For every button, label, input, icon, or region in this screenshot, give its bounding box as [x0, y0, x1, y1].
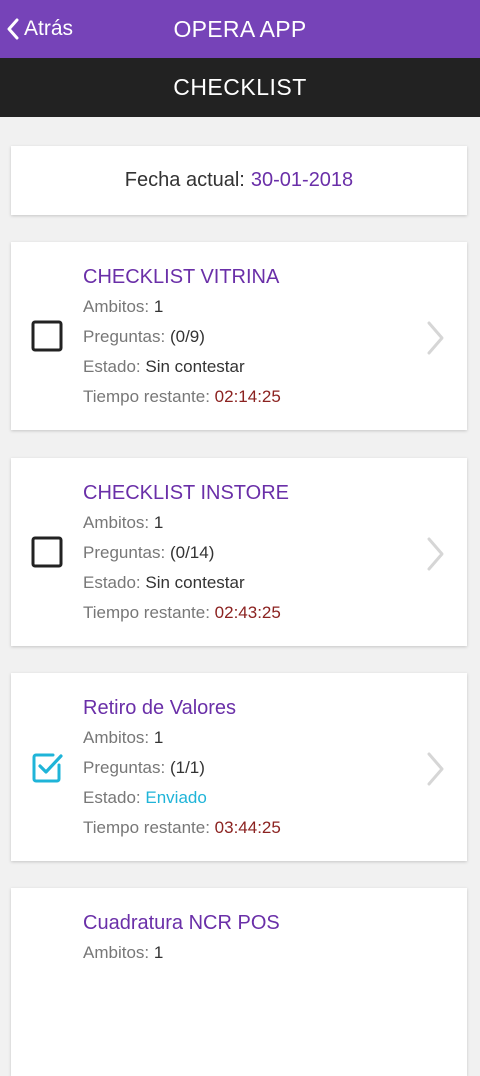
- estado-row: Estado: Sin contestar: [83, 352, 407, 382]
- section-title: CHECKLIST: [173, 74, 307, 100]
- checklist-title: CHECKLIST VITRINA: [83, 266, 280, 288]
- ambitos-value: 1: [153, 943, 164, 962]
- estado-row: Estado: Sin contestar: [83, 568, 407, 598]
- preguntas-label: Preguntas:: [83, 327, 166, 346]
- checklist-card-retiro-valores[interactable]: Retiro de Valores Ambitos: 1 Preguntas: …: [11, 673, 467, 861]
- ambitos-label: Ambitos:: [83, 513, 150, 532]
- ambitos-row: Ambitos: 1: [83, 508, 407, 538]
- checklist-card-cuadratura[interactable]: Cuadratura NCR POS Ambitos: 1: [11, 888, 467, 1076]
- estado-label: Estado:: [83, 357, 141, 376]
- preguntas-row: Preguntas: (0/14): [83, 538, 407, 568]
- preguntas-row: Preguntas: (1/1): [83, 753, 407, 783]
- tiempo-row: Tiempo restante: 02:43:25: [83, 598, 407, 628]
- tiempo-value: 03:44:25: [214, 818, 281, 837]
- chevron-right-icon[interactable]: [425, 536, 445, 572]
- preguntas-row: Preguntas: (0/9): [83, 322, 407, 352]
- checklist-title: CHECKLIST INSTORE: [83, 482, 289, 504]
- tiempo-label: Tiempo restante:: [83, 387, 210, 406]
- estado-value: Sin contestar: [145, 357, 245, 376]
- date-label: Fecha actual:: [124, 169, 245, 191]
- preguntas-label: Preguntas:: [83, 758, 166, 777]
- checklist-card-instore[interactable]: CHECKLIST INSTORE Ambitos: 1 Preguntas: …: [11, 458, 467, 646]
- checklist-details: Retiro de Valores Ambitos: 1 Preguntas: …: [83, 693, 407, 843]
- checkbox-checked-icon[interactable]: [31, 751, 63, 783]
- back-button[interactable]: Atrás: [6, 0, 73, 58]
- checklist-details: CHECKLIST VITRINA Ambitos: 1 Preguntas: …: [83, 262, 407, 412]
- checklist-title: Retiro de Valores: [83, 697, 237, 719]
- ambitos-label: Ambitos:: [83, 943, 150, 962]
- checkbox-unchecked-icon[interactable]: [31, 536, 63, 568]
- ambitos-row: Ambitos: 1: [83, 723, 407, 753]
- preguntas-value: (0/9): [169, 327, 205, 346]
- date-card: Fecha actual: 30-01-2018: [11, 146, 467, 215]
- ambitos-value: 1: [153, 513, 164, 532]
- tiempo-value: 02:14:25: [214, 387, 281, 406]
- preguntas-value: (1/1): [169, 758, 205, 777]
- checklist-card-vitrina[interactable]: CHECKLIST VITRINA Ambitos: 1 Preguntas: …: [11, 242, 467, 430]
- preguntas-value: (0/14): [169, 543, 215, 562]
- section-header: CHECKLIST: [0, 58, 480, 117]
- estado-label: Estado:: [83, 788, 141, 807]
- checkbox-unchecked-icon[interactable]: [31, 320, 63, 352]
- estado-value: Enviado: [145, 788, 207, 807]
- preguntas-label: Preguntas:: [83, 543, 166, 562]
- ambitos-value: 1: [153, 728, 164, 747]
- estado-label: Estado:: [83, 573, 141, 592]
- ambitos-value: 1: [153, 297, 164, 316]
- tiempo-label: Tiempo restante:: [83, 603, 210, 622]
- checklist-details: CHECKLIST INSTORE Ambitos: 1 Preguntas: …: [83, 478, 407, 628]
- checklist-details: Cuadratura NCR POS Ambitos: 1: [83, 908, 407, 968]
- estado-value: Sin contestar: [145, 573, 245, 592]
- ambitos-label: Ambitos:: [83, 297, 150, 316]
- chevron-left-icon: [7, 18, 19, 40]
- tiempo-row: Tiempo restante: 03:44:25: [83, 813, 407, 843]
- chevron-right-icon[interactable]: [425, 751, 445, 787]
- ambitos-label: Ambitos:: [83, 728, 150, 747]
- tiempo-row: Tiempo restante: 02:14:25: [83, 382, 407, 412]
- tiempo-value: 02:43:25: [214, 603, 281, 622]
- ambitos-row: Ambitos: 1: [83, 938, 407, 968]
- chevron-right-icon[interactable]: [425, 320, 445, 356]
- ambitos-row: Ambitos: 1: [83, 292, 407, 322]
- tiempo-label: Tiempo restante:: [83, 818, 210, 837]
- checklist-title: Cuadratura NCR POS: [83, 912, 280, 934]
- date-value: 30-01-2018: [250, 169, 354, 191]
- estado-row: Estado: Enviado: [83, 783, 407, 813]
- back-label: Atrás: [24, 17, 74, 40]
- app-header: Atrás OPERA APP: [0, 0, 480, 58]
